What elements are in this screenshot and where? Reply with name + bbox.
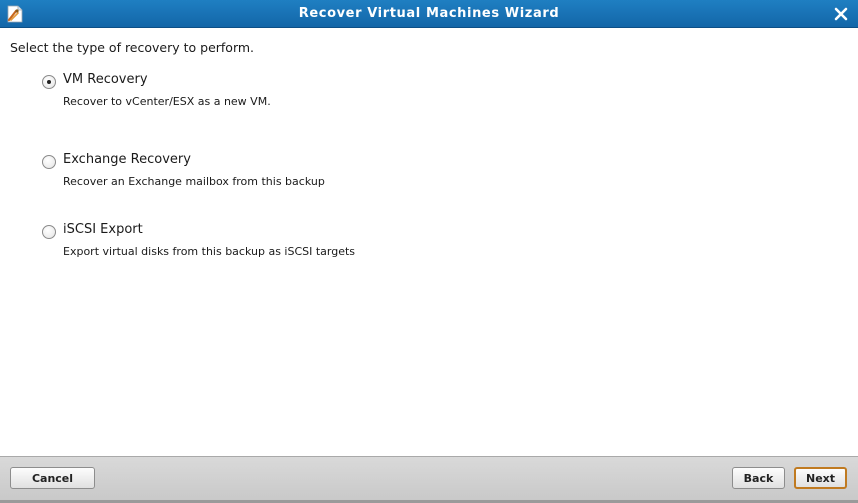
exchange-recovery-description: Recover an Exchange mailbox from this ba… (63, 175, 325, 188)
exchange-recovery-radio[interactable] (42, 155, 56, 169)
iscsi-export-description: Export virtual disks from this backup as… (63, 245, 356, 258)
wizard-footer: Cancel Back Next (0, 456, 858, 503)
wizard-content: Select the type of recovery to perform. … (0, 28, 858, 456)
close-icon[interactable] (832, 5, 850, 23)
next-button[interactable]: Next (794, 467, 847, 489)
iscsi-export-radio[interactable] (42, 225, 56, 239)
window-title: Recover Virtual Machines Wizard (298, 6, 560, 21)
exchange-recovery-label[interactable]: Exchange Recovery (63, 152, 191, 167)
back-button[interactable]: Back (732, 467, 785, 489)
vm-recovery-label[interactable]: VM Recovery (63, 72, 148, 87)
cancel-button[interactable]: Cancel (10, 467, 95, 489)
window-titlebar: Recover Virtual Machines Wizard (0, 0, 858, 28)
vm-recovery-description: Recover to vCenter/ESX as a new VM. (63, 95, 271, 108)
recovery-type-prompt: Select the type of recovery to perform. (10, 40, 255, 55)
radio-selected-dot (47, 80, 51, 84)
vm-recovery-radio[interactable] (42, 75, 56, 89)
iscsi-export-label[interactable]: iSCSI Export (63, 222, 143, 237)
